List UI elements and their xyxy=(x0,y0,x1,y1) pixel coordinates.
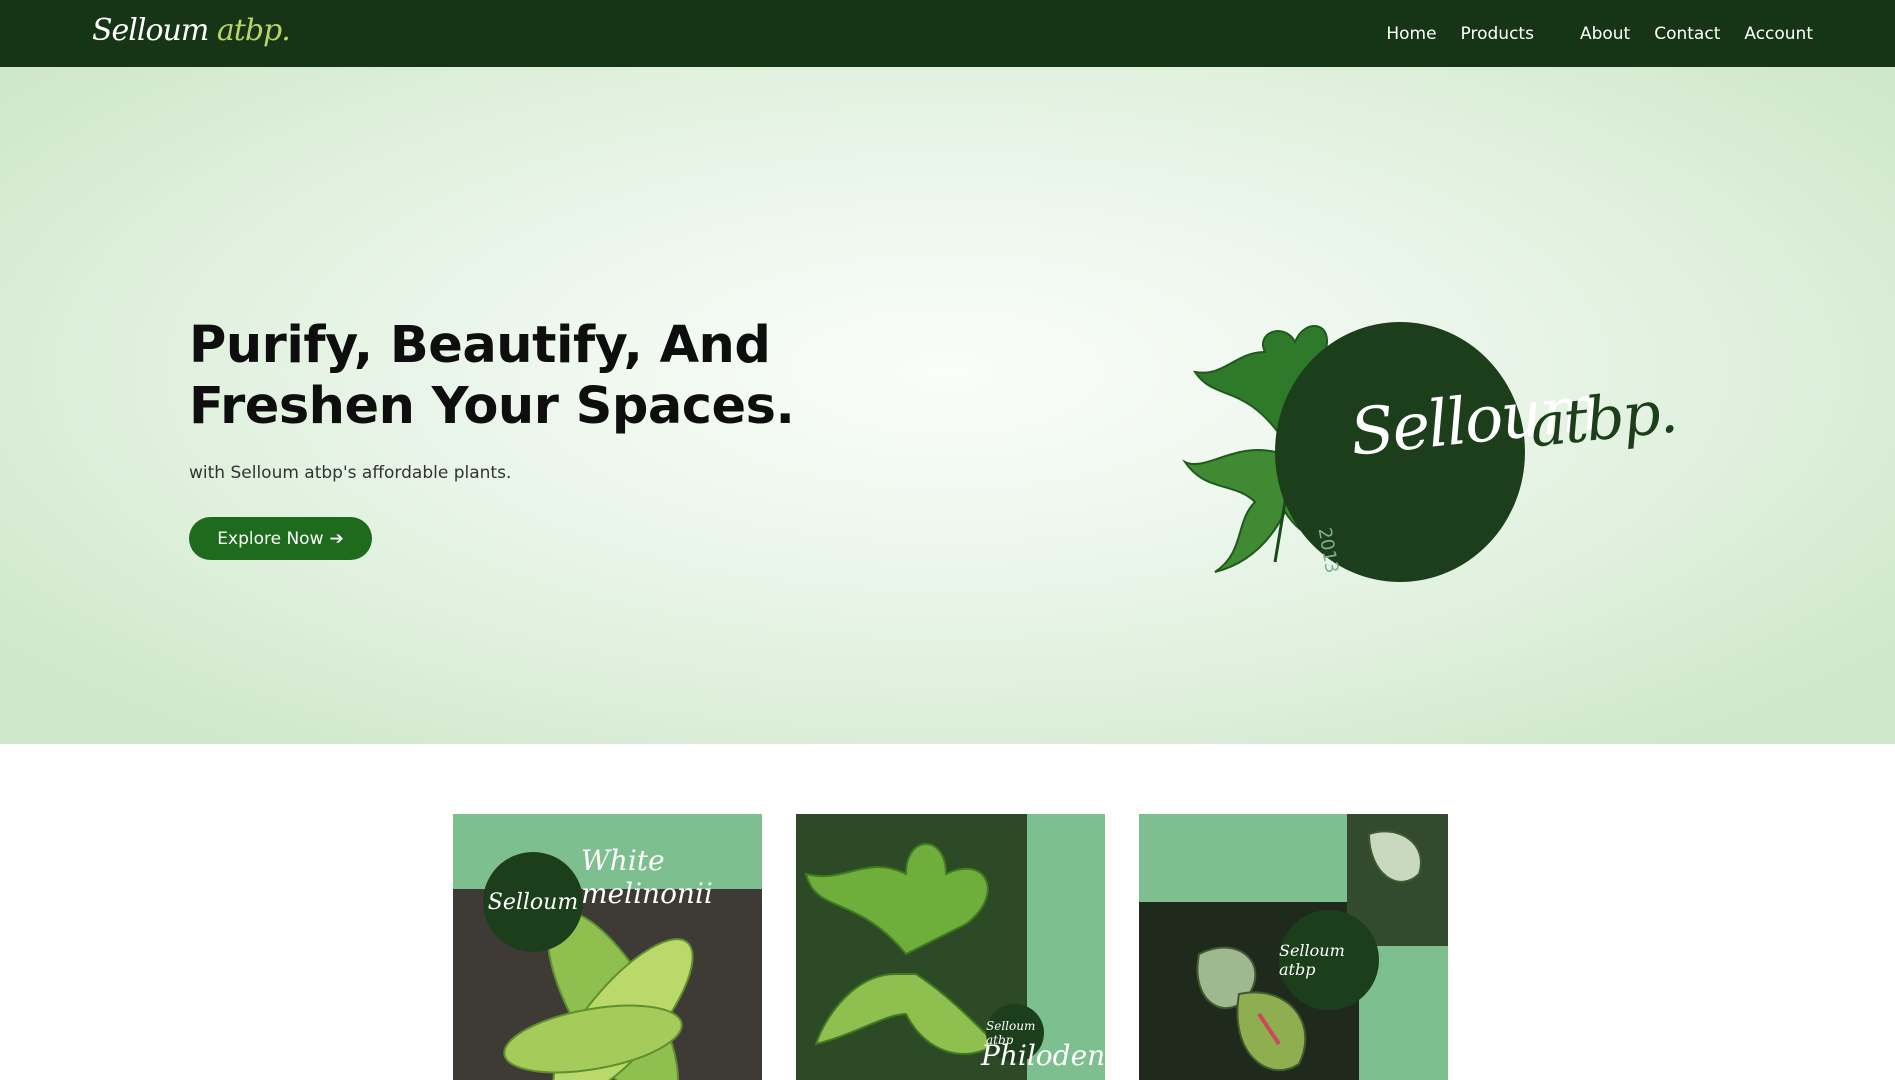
product-caption: White melinonii xyxy=(581,844,713,910)
hero-title: Purify, Beautify, And Freshen Your Space… xyxy=(189,315,889,437)
top-navbar: Selloum atbp. Home Products About Contac… xyxy=(0,0,1895,67)
main-nav: Home Products About Contact Account xyxy=(1362,0,1813,67)
brand-emblem: Selloum atbp. 2013 xyxy=(1175,292,1679,652)
nav-link-products[interactable]: Products xyxy=(1461,24,1534,44)
product-card-philodendron[interactable]: Selloum atbp Philodendron xyxy=(796,814,1105,1080)
product-cards: Selloum White melinonii Selloum atbp Phi… xyxy=(453,814,1448,1080)
product-card-white-melinonii[interactable]: Selloum White melinonii xyxy=(453,814,762,1080)
brand-logo[interactable]: Selloum atbp. xyxy=(92,6,291,56)
nav-link-home[interactable]: Home xyxy=(1386,24,1436,44)
arrow-right-icon: ➔ xyxy=(329,528,344,549)
explore-now-button[interactable]: Explore Now ➔ xyxy=(189,517,372,560)
hero-title-line-1: Purify, Beautify, And xyxy=(189,316,771,375)
hero-title-line-2: Freshen Your Spaces. xyxy=(189,377,795,436)
nav-link-account[interactable]: Account xyxy=(1744,24,1813,44)
nav-link-about[interactable]: About xyxy=(1580,24,1630,44)
card-logo: Selloum atbp xyxy=(1279,910,1379,1010)
hero-section: Purify, Beautify, And Freshen Your Space… xyxy=(0,67,1895,744)
hero-subtitle: with Selloum atbp's affordable plants. xyxy=(189,463,512,483)
product-caption: Philodendron xyxy=(981,1039,1105,1072)
brand-logo-accent: atbp. xyxy=(216,13,291,48)
emblem-script-suffix: atbp. xyxy=(1526,376,1680,462)
nav-link-contact[interactable]: Contact xyxy=(1654,24,1720,44)
explore-now-label: Explore Now xyxy=(217,528,324,549)
card-logo: Selloum xyxy=(483,852,583,952)
product-card-caladium[interactable]: Selloum atbp xyxy=(1139,814,1448,1080)
brand-logo-name: Selloum xyxy=(92,13,209,48)
